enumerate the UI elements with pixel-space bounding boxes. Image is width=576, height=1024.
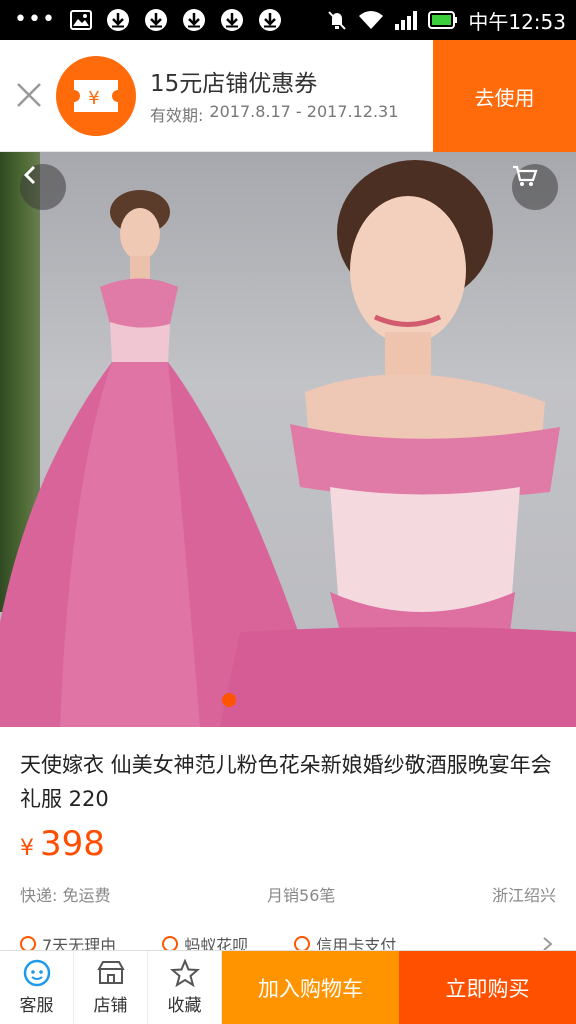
mute-icon (326, 9, 348, 31)
close-icon[interactable] (14, 80, 44, 110)
download-icon (220, 8, 244, 32)
buy-now-button[interactable]: 立即购买 (399, 951, 576, 1024)
monthly-sales: 月销56笔 (267, 886, 336, 905)
product-title: 天使嫁衣 仙美女神范儿粉色花朵新娘婚纱敬酒服晚宴年会礼服 220 (20, 753, 552, 811)
coupon-validity: 有效期: 2017.8.17 - 2017.12.31 (150, 102, 398, 126)
tab-label: 收藏 (167, 996, 202, 1016)
svg-text:¥: ¥ (88, 88, 99, 109)
favorite-button[interactable]: 收藏 (148, 951, 222, 1024)
use-coupon-button[interactable]: 去使用 (433, 40, 576, 152)
download-icon (106, 8, 130, 32)
download-icon (144, 8, 168, 32)
star-icon (169, 959, 200, 987)
battery-icon (428, 11, 458, 29)
back-button[interactable] (20, 164, 66, 210)
cart-button[interactable] (512, 164, 558, 210)
download-icon (182, 8, 206, 32)
shipping-info: 快递: 免运费 (20, 886, 111, 905)
coupon-banner: ¥ 15元店铺优惠券 有效期: 2017.8.17 - 2017.12.31 去… (0, 40, 576, 152)
add-to-cart-button[interactable]: 加入购物车 (222, 951, 399, 1024)
carousel-indicator-active (222, 693, 236, 707)
ticket-icon: ¥ (74, 80, 118, 112)
cart-icon (513, 165, 538, 186)
status-bar: ••• 中午12:53 (0, 0, 576, 40)
product-meta: 快递: 免运费 月销56笔 浙江绍兴 (20, 882, 556, 906)
status-time: 中午12:53 (468, 9, 566, 34)
coupon-title: 15元店铺优惠券 (150, 71, 318, 97)
customer-service-button[interactable]: 客服 (0, 951, 74, 1024)
shop-button[interactable]: 店铺 (74, 951, 148, 1024)
image-icon (69, 10, 92, 30)
signal-icon (394, 10, 418, 30)
coupon-badge: ¥ (56, 56, 136, 136)
bottom-action-bar: 客服 店铺 收藏 加入购物车 立即购买 (0, 950, 576, 1024)
more-icon: ••• (14, 7, 56, 32)
download-icon (258, 8, 282, 32)
wifi-icon (358, 10, 384, 30)
product-image-carousel[interactable] (0, 152, 576, 727)
back-icon (23, 165, 36, 185)
price-value: 398 (40, 824, 105, 864)
tab-label: 店铺 (93, 996, 128, 1016)
product-price: ¥ 398 (20, 824, 105, 864)
tab-label: 客服 (19, 996, 54, 1016)
product-photo (0, 160, 576, 727)
seller-location: 浙江绍兴 (491, 886, 556, 905)
price-symbol: ¥ (20, 836, 34, 861)
validity-label: 有效期: (150, 106, 204, 125)
customer-service-icon (23, 959, 50, 987)
validity-range: 2017.8.17 - 2017.12.31 (209, 102, 399, 121)
shop-icon (96, 961, 125, 984)
